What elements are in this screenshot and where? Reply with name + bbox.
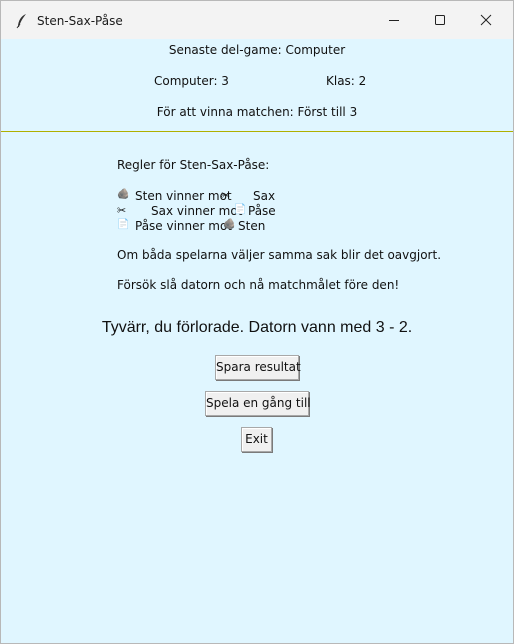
scissors-icon: ✂ [117,204,127,217]
player-score-label: Klas: 2 [326,74,367,88]
rules-heading: Regler för Sten-Sax-Påse: [117,158,270,172]
rule-target: Sten [238,219,266,233]
exit-button[interactable]: Exit [241,427,272,452]
rule-text: Påse vinner mot [135,219,233,233]
save-result-button[interactable]: Spara resultat [215,355,301,380]
rule-target: Påse [248,204,276,218]
rock-icon: 🪨 [223,219,236,230]
computer-score-label: Computer: 3 [154,74,229,88]
minimize-button[interactable] [371,1,417,39]
close-icon [480,14,492,26]
minimize-icon [389,20,399,21]
scissors-icon: ✂ [221,189,231,202]
play-again-button[interactable]: Spela en gång till [205,391,311,416]
rule-text: Sten vinner mot [135,189,232,203]
rule-text: Sax vinner mot [151,204,243,218]
rock-icon: 🪨 [117,189,130,200]
maximize-icon [435,15,445,25]
draw-note: Om båda spelarna väljer samma sak blir d… [117,248,442,262]
title-bar[interactable]: Sten-Sax-Påse [1,1,513,39]
result-message: Tyvärr, du förlorade. Datorn vann med 3 … [101,319,413,336]
divider [1,131,513,132]
feather-icon [16,14,26,29]
close-button[interactable] [463,1,509,39]
maximize-button[interactable] [417,1,463,39]
paper-icon: 📄 [117,219,130,230]
paper-icon: 📄 [234,204,247,215]
main-content: Senaste del-game: Computer Computer: 3 K… [1,39,513,643]
match-goal-label: För att vinna matchen: Först till 3 [156,105,358,119]
window-title: Sten-Sax-Påse [37,14,123,28]
rule-target: Sax [253,189,276,203]
goal-note: Försök slå datorn och nå matchmålet före… [117,278,400,292]
app-window: Sten-Sax-Påse Senaste del-game: Computer… [0,0,514,644]
last-round-label: Senaste del-game: Computer [168,43,346,57]
